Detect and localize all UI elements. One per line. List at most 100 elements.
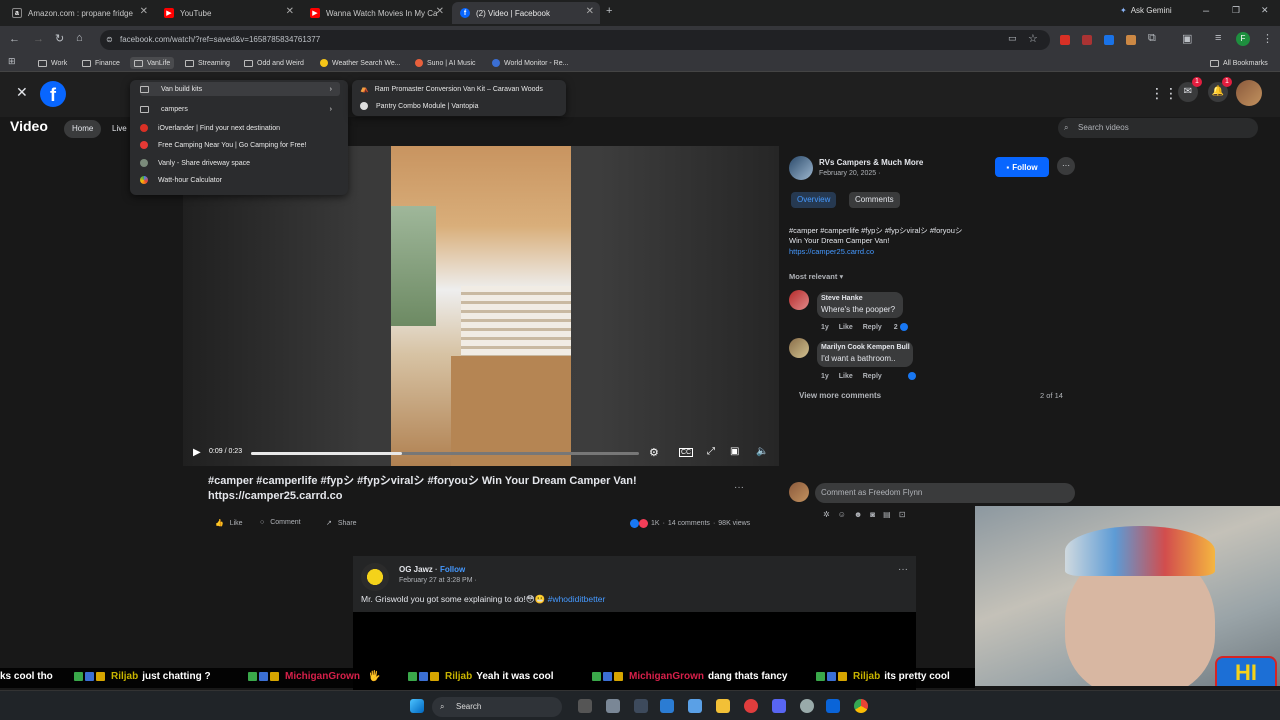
close-icon[interactable]: ✕ [16,84,28,101]
page-avatar[interactable] [789,156,813,180]
forward-icon[interactable]: → [33,33,44,45]
menu-item-van-build-kits[interactable]: Van build kits › [140,82,340,96]
settings-gear-icon[interactable] [606,699,620,713]
new-tab-icon[interactable]: + [606,5,612,17]
reload-icon[interactable]: ↻ [55,32,64,45]
ask-gemini-button[interactable]: ✦ Ask Gemini [1120,6,1172,15]
comment-input[interactable]: Comment as Freedom Flynn [815,483,1075,503]
share-button[interactable]: ↗ Share [326,519,357,528]
avatar[interactable] [789,290,809,310]
notepad-icon[interactable] [688,699,702,713]
bookmark-world-monitor[interactable]: World Monitor - Re... [492,57,568,69]
hashtag-link[interactable]: #whodiditbetter [548,594,606,604]
comment-reply-button[interactable]: Reply [863,373,882,380]
bookmark-vanlife[interactable]: VanLife [130,57,175,69]
menu-item-vanly[interactable]: Vanly - Share driveway space [140,156,340,170]
menu-item-free-camping[interactable]: Free Camping Near You | Go Camping for F… [140,138,340,152]
close-tab-icon[interactable]: ✕ [586,6,594,17]
app-icon[interactable] [660,699,674,713]
play-icon[interactable]: ▶ [193,447,201,458]
menu-grid-icon[interactable]: ⋮⋮ [1150,85,1178,102]
site-info-icon[interactable]: ⊜ [106,30,113,50]
more-options-icon[interactable]: ··· [898,564,908,575]
tab-amazon[interactable]: a Amazon.com : propane fridge ✕ [4,2,154,24]
volume-icon[interactable]: 🔈 [756,446,768,457]
like-button[interactable]: 👍 Like [215,519,243,528]
close-tab-icon[interactable]: ✕ [140,6,148,17]
reactions-summary[interactable]: 1K · 14 comments · 98K views [630,519,750,528]
media-icon[interactable]: ≡ [1215,32,1221,44]
captions-icon[interactable]: CC [679,448,694,457]
settings-gear-icon[interactable]: ⚙ [649,446,659,459]
fullscreen-icon[interactable]: ⤢ [707,446,715,457]
close-window-icon[interactable]: ✕ [1261,5,1269,16]
post-author[interactable]: OG Jawz [399,565,433,574]
comment-like-button[interactable]: Like [839,373,853,380]
side-panel-icon[interactable]: ▣ [1182,32,1192,45]
url-input[interactable]: ⊜ facebook.com/watch/?ref=saved&v=165878… [100,30,1050,50]
more-options-icon[interactable]: ··· [734,482,744,493]
progress-bar[interactable] [251,452,639,455]
comment-count[interactable]: 14 comments [668,520,710,527]
follow-button[interactable]: ▪ Follow [995,157,1049,177]
search-videos-input[interactable]: ⌕ Search videos [1058,118,1258,138]
sticker-icon[interactable]: ⊡ [899,510,914,519]
extension-icon[interactable] [1060,35,1070,45]
apps-grid-icon[interactable]: ⊞ [8,56,16,67]
tab-youtube[interactable]: ▶ YouTube ✕ [156,2,300,24]
menu-item-watt-hour[interactable]: Watt-hour Calculator [140,173,340,187]
windows-start-icon[interactable] [410,699,424,713]
camera-icon[interactable]: ◙ [870,510,883,519]
taskbar-search[interactable]: ⌕ Search [432,697,562,717]
avatar[interactable] [789,338,809,358]
discord-icon[interactable] [772,699,786,713]
back-icon[interactable]: ← [9,33,20,45]
app-icon[interactable] [634,699,648,713]
comment-author[interactable]: Steve Hanke [821,295,863,302]
more-options-icon[interactable]: ··· [1057,157,1075,175]
nav-pill-home[interactable]: Home [64,120,102,138]
comment-like-button[interactable]: Like [839,324,853,331]
chrome-icon[interactable] [854,699,868,713]
tab-facebook[interactable]: f (2) Video | Facebook ✕ [452,2,600,24]
close-tab-icon[interactable]: ✕ [286,6,294,17]
bookmark-work[interactable]: Work [38,57,67,69]
menu-item-caravan-woods[interactable]: ⛺ Ram Promaster Conversion Van Kit – Cara… [360,82,560,96]
outlook-icon[interactable] [826,699,840,713]
sticker-icon[interactable]: ✲ [823,510,838,519]
gif-icon[interactable]: ▤ [883,510,899,519]
bookmark-star-icon[interactable]: ☆ [1028,32,1038,45]
miniplayer-icon[interactable]: ▣ [730,446,739,457]
extension-icon[interactable] [1082,35,1092,45]
menu-kebab-icon[interactable]: ⋮ [1262,32,1273,45]
follow-link[interactable]: Follow [440,565,465,574]
post-link[interactable]: https://camper25.carrd.co [789,247,874,256]
comment-button[interactable]: ○ Comment [260,519,301,526]
bookmark-finance[interactable]: Finance [82,57,120,69]
facebook-logo[interactable]: f [40,81,66,107]
task-view-icon[interactable] [578,699,592,713]
tab-comments[interactable]: Comments [849,192,900,208]
close-tab-icon[interactable]: ✕ [436,6,444,17]
all-bookmarks[interactable]: All Bookmarks [1210,57,1268,69]
extensions-puzzle-icon[interactable]: ⧉ [1148,32,1156,45]
tab-overview[interactable]: Overview [791,192,837,208]
obs-icon[interactable] [744,699,758,713]
avatar[interactable] [361,563,389,591]
menu-item-ioverlander[interactable]: iOverlander | Find your next destination [140,121,340,135]
bookmark-weather[interactable]: Weather Search We... [320,57,401,69]
home-icon[interactable]: ⌂ [76,32,83,44]
maximize-icon[interactable]: ❐ [1232,5,1240,16]
bookmark-streaming[interactable]: Streaming [185,57,230,69]
menu-item-vantopia[interactable]: Pantry Combo Module | Vantopia [360,99,560,113]
bookmark-suno[interactable]: Suno | AI Music [415,57,476,69]
bookmark-odd-and-weird[interactable]: Odd and Weird [244,57,304,69]
chatgpt-icon[interactable] [800,699,814,713]
account-avatar[interactable] [1236,80,1262,106]
tab-youtube-movies[interactable]: ▶ Wanna Watch Movies In My Ca ✕ [302,2,450,24]
avatar-sticker-icon[interactable]: ☺ [838,510,854,519]
file-explorer-icon[interactable] [716,699,730,713]
profile-avatar[interactable]: F [1236,32,1250,46]
sort-dropdown[interactable]: Most relevant ▾ [789,272,843,281]
comment-author[interactable]: Marilyn Cook Kempen Bull [821,344,910,351]
